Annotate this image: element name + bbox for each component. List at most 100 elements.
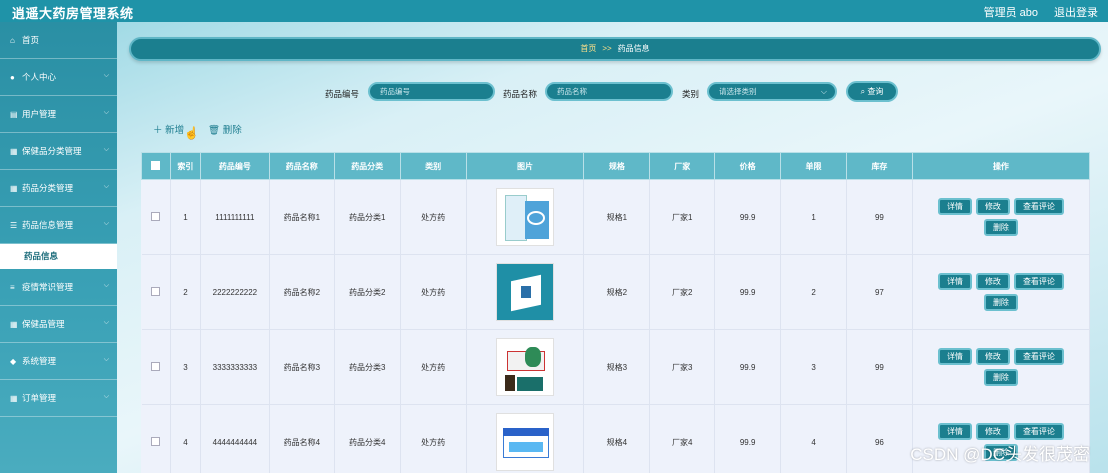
breadcrumb-current: 药品信息 <box>617 44 650 53</box>
name-search-input[interactable]: 药品名称 <box>545 82 673 101</box>
plus-icon: ＋ <box>153 125 163 136</box>
cell-code: 2222222222 <box>200 254 270 330</box>
view-comments-button[interactable]: 查看评论 <box>1013 198 1064 215</box>
column-header: 类别 <box>399 152 467 180</box>
cell-spec: 规格2 <box>583 254 651 330</box>
edit-button[interactable]: 修改 <box>975 348 1010 365</box>
column-header: 药品名称 <box>268 152 335 180</box>
select-all-cell <box>141 152 171 180</box>
cell-spec: 规格1 <box>583 179 651 255</box>
search-button[interactable]: ⌕ 查询 <box>846 81 898 102</box>
breadcrumb-home[interactable]: 首页 <box>580 44 596 53</box>
table-header-row: 索引 药品编号 药品名称 药品分类 类别 图片 规格 厂家 价格 单限 库存 操作 <box>141 152 1091 180</box>
cell-index: 1 <box>170 179 201 255</box>
column-header: 药品编号 <box>199 152 270 180</box>
sidebar-item-3[interactable]: ▦ 保健品分类管理 ⌵ <box>0 133 117 170</box>
sidebar-item-label: 保健品管理 <box>22 319 65 329</box>
cell-maker: 厂家1 <box>649 179 716 255</box>
table-row: 3 3333333333 药品名称3 药品分类3 处方药 规格3 厂家3 99.9 3 99 详情修… <box>141 329 1091 405</box>
code-label: 药品编号 <box>325 89 360 99</box>
sliders-icon: ☰ <box>10 220 18 230</box>
sidebar-subitem-medicine-info[interactable]: 药品信息 <box>0 244 117 269</box>
table-row: 1 1111111111 药品名称1 药品分类1 处方药 规格1 厂家1 99.9 1 99 详情修… <box>141 179 1091 255</box>
chevron-down-icon: ⌵ <box>103 72 109 79</box>
edit-button[interactable]: 修改 <box>975 273 1010 290</box>
cell-limit: 2 <box>780 254 847 330</box>
delete-button[interactable]: 🗑 删除 <box>208 122 242 136</box>
table-body: 1 1111111111 药品名称1 药品分类1 处方药 规格1 厂家1 99.9 1 99 详情修… <box>141 179 1091 473</box>
cell-limit: 1 <box>780 179 847 255</box>
code-search-input[interactable]: 药品编号 <box>368 82 495 101</box>
cell-category: 药品分类4 <box>334 404 401 473</box>
cell-type: 处方药 <box>400 254 467 330</box>
cell-type: 处方药 <box>400 179 467 255</box>
row-checkbox[interactable] <box>151 361 161 371</box>
cell-name: 药品名称4 <box>269 404 335 473</box>
sidebar-item-2[interactable]: ▤ 用户管理 ⌵ <box>0 96 117 133</box>
add-button[interactable]: ＋ 新增 <box>153 122 184 136</box>
detail-button[interactable]: 详情 <box>937 348 972 365</box>
sidebar-item-9[interactable]: ◆ 系统管理 ⌵ <box>0 343 117 380</box>
grid-icon: ▦ <box>10 319 18 329</box>
add-button-label: 新增 <box>165 125 185 136</box>
chevron-down-icon: ⌵ <box>820 87 827 96</box>
sidebar-item-5[interactable]: ☰ 药品信息管理 ⌵ <box>0 207 117 244</box>
sidebar-item-label: 药品信息管理 <box>22 220 74 230</box>
cell-code: 1111111111 <box>200 179 270 255</box>
edit-button[interactable]: 修改 <box>975 423 1010 440</box>
pin-icon: ◆ <box>10 356 17 366</box>
watermark: CSDN @DC头发很茂密 <box>910 445 1090 464</box>
home-icon: ⌂ <box>10 35 15 45</box>
row-checkbox[interactable] <box>151 211 161 221</box>
image-cell <box>466 179 585 255</box>
sidebar-item-8[interactable]: ▦ 保健品管理 ⌵ <box>0 306 117 343</box>
sidebar-item-4[interactable]: ▦ 药品分类管理 ⌵ <box>0 170 117 207</box>
row-delete-button[interactable]: 删除 <box>983 369 1018 386</box>
breadcrumb: 首页 >> 药品信息 <box>129 37 1101 61</box>
column-header: 价格 <box>714 152 782 180</box>
search-icon: ⌕ <box>860 87 866 96</box>
type-select[interactable]: 请选择类别 ⌵ <box>707 82 837 101</box>
sidebar-item-label: 疫情常识管理 <box>22 282 74 292</box>
sidebar-item-0[interactable]: ⌂ 首页 <box>0 22 117 59</box>
name-label: 药品名称 <box>503 89 538 99</box>
trash-icon: 🗑 <box>208 125 221 136</box>
cell-stock: 99 <box>846 329 913 405</box>
cell-price: 99.9 <box>714 254 782 330</box>
select-all-checkbox[interactable] <box>151 160 161 170</box>
view-comments-button[interactable]: 查看评论 <box>1013 273 1064 290</box>
sidebar-item-label: 用户管理 <box>22 109 57 119</box>
view-comments-button[interactable]: 查看评论 <box>1013 348 1064 365</box>
detail-button[interactable]: 详情 <box>937 198 972 215</box>
medicine-table: 索引 药品编号 药品名称 药品分类 类别 图片 规格 厂家 价格 单限 库存 操作 1 11111111… <box>141 152 1091 473</box>
row-select-cell <box>141 179 171 255</box>
grid-icon: ▦ <box>10 146 18 156</box>
detail-button[interactable]: 详情 <box>937 273 972 290</box>
actions-cell: 详情 修改 查看评论删除 <box>912 179 1091 255</box>
detail-button[interactable]: 详情 <box>937 423 972 440</box>
cell-name: 药品名称3 <box>269 329 335 405</box>
sidebar-item-label: 保健品分类管理 <box>22 146 82 156</box>
cell-maker: 厂家2 <box>649 254 716 330</box>
sidebar-item-label: 订单管理 <box>22 393 57 403</box>
row-checkbox[interactable] <box>151 436 161 446</box>
grid-icon: ▦ <box>10 393 18 403</box>
row-delete-button[interactable]: 删除 <box>983 294 1018 311</box>
sidebar-item-10[interactable]: ▦ 订单管理 ⌵ <box>0 380 117 417</box>
doc-icon: ▤ <box>10 109 18 119</box>
sidebar-item-1[interactable]: ● 个人中心 ⌵ <box>0 59 117 96</box>
actions-cell: 详情 修改 查看评论删除 <box>912 329 1091 405</box>
column-header: 单限 <box>780 152 847 180</box>
edit-button[interactable]: 修改 <box>975 198 1010 215</box>
medicine-image <box>495 188 554 246</box>
sidebar-item-7[interactable]: ≡ 疫情常识管理 ⌵ <box>0 269 117 306</box>
sidebar: ⌂ 首页 ● 个人中心 ⌵ ▤ 用户管理 ⌵ ▦ 保健品分类管理 ⌵ ▦ 药品分类管理 ⌵ ☰ 药品信息管理 ⌵… <box>0 22 117 473</box>
cell-maker: 厂家3 <box>649 329 716 405</box>
cell-limit: 3 <box>780 329 847 405</box>
logout-link[interactable]: 退出登录 <box>1054 4 1098 20</box>
row-delete-button[interactable]: 删除 <box>983 219 1018 236</box>
cell-price: 99.9 <box>714 404 782 473</box>
view-comments-button[interactable]: 查看评论 <box>1013 423 1064 440</box>
row-checkbox[interactable] <box>151 286 161 296</box>
image-cell <box>466 329 585 405</box>
